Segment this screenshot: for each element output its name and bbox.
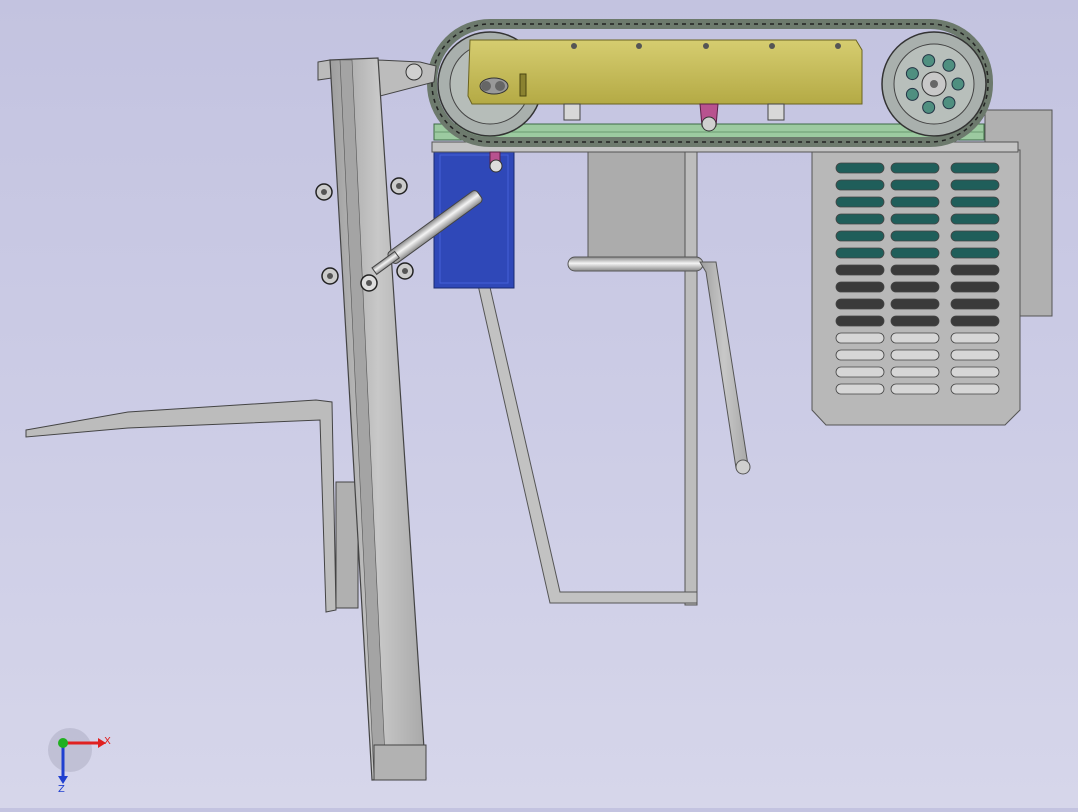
sprocket-hole [905, 67, 919, 81]
fork-arm [25, 399, 359, 613]
panel-slot [950, 298, 1000, 310]
panel-slot [950, 179, 1000, 191]
center-column [587, 149, 698, 606]
panel-slot [890, 383, 940, 395]
panel-slot [950, 196, 1000, 208]
panel-slot [835, 179, 885, 191]
sprocket-hole [942, 58, 956, 72]
panel-slot [835, 349, 885, 361]
panel-slot [950, 383, 1000, 395]
panel-slot [835, 315, 885, 327]
z-axis-label: Z [58, 784, 65, 795]
panel-slot [835, 162, 885, 174]
panel-slot [890, 264, 940, 276]
panel-slot [835, 332, 885, 344]
coordinate-triad: X Z [48, 728, 111, 795]
panel-slot [890, 213, 940, 225]
panel-slot [835, 298, 885, 310]
panel-slot [835, 247, 885, 259]
panel-slot [835, 213, 885, 225]
sprocket-hole [951, 77, 965, 91]
panel-slot [950, 332, 1000, 344]
sprocket-hole [905, 87, 919, 101]
panel-slot [890, 247, 940, 259]
panel-slot [890, 366, 940, 378]
panel-slot [835, 383, 885, 395]
main-mast [329, 57, 427, 781]
panel-slot [890, 298, 940, 310]
panel-slot [950, 281, 1000, 293]
panel-slot [950, 213, 1000, 225]
sprocket-right [881, 31, 987, 137]
panel-slot [890, 196, 940, 208]
panel-slot [890, 315, 940, 327]
panel-slot [950, 366, 1000, 378]
panel-slot [890, 230, 940, 242]
panel-slot [950, 162, 1000, 174]
panel-slot [835, 281, 885, 293]
panel-slot [835, 196, 885, 208]
x-axis-label: X [104, 736, 111, 747]
panel-slot [950, 349, 1000, 361]
sprocket-hole [922, 100, 936, 114]
panel-slot [890, 179, 940, 191]
panel-slot [950, 315, 1000, 327]
panel-slot [950, 264, 1000, 276]
panel-slot [950, 230, 1000, 242]
perforated-panel [811, 149, 1021, 426]
model-drawing: X Z [25, 19, 1053, 795]
sprocket-hole [922, 54, 936, 68]
sprocket-hole [942, 96, 956, 110]
handle-bar [567, 256, 751, 475]
panel-slot [890, 162, 940, 174]
panel-slot [890, 281, 940, 293]
panel-slot [835, 264, 885, 276]
panel-slot [890, 349, 940, 361]
panel-slot [890, 332, 940, 344]
cad-viewport[interactable]: X Z [0, 0, 1078, 808]
panel-slot [835, 230, 885, 242]
panel-slot [835, 366, 885, 378]
panel-slot [950, 247, 1000, 259]
y-axis-marker [58, 738, 68, 748]
